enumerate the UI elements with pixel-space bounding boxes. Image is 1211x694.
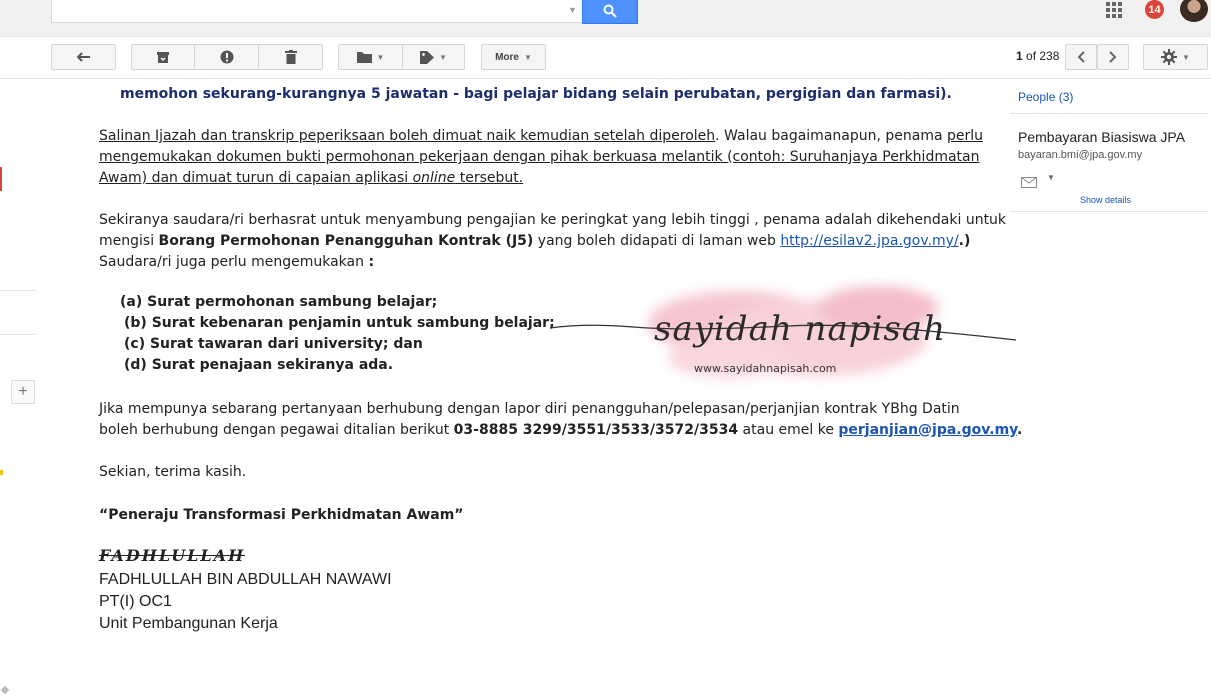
- back-arrow-icon: [76, 52, 90, 62]
- labels-button[interactable]: ▼: [403, 44, 464, 70]
- email-line: Saudara/ri juga perlu mengemukakan :: [99, 254, 375, 270]
- older-button[interactable]: [1097, 44, 1129, 70]
- watermark-name: sayidah napisah: [654, 309, 946, 349]
- add-chat-button[interactable]: +: [11, 380, 35, 404]
- chevron-down-icon: ▼: [1182, 52, 1190, 62]
- list-item: (b) Surat kebenaran penjamin untuk sambu…: [124, 315, 555, 331]
- notification-badge[interactable]: 14: [1145, 0, 1164, 19]
- people-panel: People (3) Pembayaran Biasiswa JPA bayar…: [1010, 79, 1208, 621]
- chevron-down-icon: ▼: [523, 52, 532, 62]
- back-button[interactable]: [51, 44, 116, 70]
- show-details-link[interactable]: Show details: [1080, 195, 1131, 205]
- signature-unit: Unit Pembangunan Kerja: [99, 615, 278, 632]
- esilav-link[interactable]: http://esilav2.jpa.gov.my/: [780, 233, 958, 249]
- watermark-url: www.sayidahnapisah.com: [694, 362, 836, 375]
- chevron-left-icon: [1077, 51, 1085, 63]
- contact-email: bayaran.bmi@jpa.gov.my: [1018, 149, 1143, 161]
- more-label: More: [495, 51, 519, 63]
- search-icon: [603, 4, 617, 18]
- status-dot: [0, 470, 3, 475]
- archive-icon: [157, 51, 169, 63]
- newer-button[interactable]: [1065, 44, 1097, 70]
- apps-grid-icon[interactable]: [1106, 2, 1122, 18]
- chevron-down-icon: ▼: [376, 52, 385, 62]
- avatar[interactable]: [1180, 0, 1208, 22]
- list-item: (a) Surat permohonan sambung belajar;: [120, 294, 438, 310]
- report-spam-icon: [220, 50, 233, 64]
- pager-count: 1 of 238: [1016, 49, 1060, 63]
- email-line: mengemukakan dokumen bukti permohonan pe…: [99, 149, 980, 165]
- watermark-logo: sayidah napisah www.sayidahnapisah.com: [548, 268, 1018, 398]
- search-options-caret-icon[interactable]: ▼: [568, 5, 577, 15]
- signature-title: PT(I) OC1: [99, 593, 172, 610]
- settings-button[interactable]: ▼: [1143, 44, 1208, 70]
- email-line: memohon sekurang-kurangnya 5 jawatan - b…: [120, 86, 952, 102]
- email-link[interactable]: perjanjian@jpa.gov.my: [838, 422, 1017, 438]
- left-rail: +: [0, 79, 38, 694]
- search-button[interactable]: [582, 0, 638, 24]
- email-line: Jika mempunya sebarang pertanyaan berhub…: [99, 401, 960, 417]
- delete-button[interactable]: [259, 44, 322, 70]
- report-spam-button[interactable]: [195, 44, 258, 70]
- search-input[interactable]: [51, 0, 583, 23]
- gear-icon: [1161, 49, 1178, 65]
- people-toggle[interactable]: People (3): [1018, 90, 1073, 104]
- archive-button[interactable]: [132, 44, 194, 70]
- closing-line: Sekian, terima kasih.: [99, 464, 247, 480]
- folder-icon: [356, 52, 372, 63]
- contact-name: Pembayaran Biasiswa JPA: [1018, 129, 1186, 145]
- top-bar: ▼ 14: [0, 0, 1211, 37]
- email-line: Sekiranya saudara/ri berhasrat untuk men…: [99, 212, 1007, 228]
- signature-script: FADHLULLAH: [99, 546, 246, 565]
- chevron-right-icon: [1109, 51, 1117, 63]
- list-item: (c) Surat tawaran dari university; dan: [124, 336, 423, 352]
- chevron-down-icon: ▼: [439, 52, 447, 62]
- slogan: “Peneraju Transformasi Perkhidmatan Awam…: [99, 507, 464, 523]
- move-to-button[interactable]: ▼: [339, 44, 402, 70]
- contact-menu-caret-icon[interactable]: ▼: [1047, 173, 1055, 182]
- email-line: Salinan Ijazah dan transkrip peperiksaan…: [99, 128, 984, 144]
- more-button[interactable]: More ▼: [481, 44, 546, 70]
- mail-icon[interactable]: [1021, 175, 1037, 193]
- list-item: (d) Surat penajaan sekiranya ada.: [124, 357, 394, 373]
- more-icon[interactable]: [0, 685, 10, 694]
- rail-selected-marker: [0, 167, 2, 191]
- email-line: boleh berhubung dengan pegawai ditalian …: [99, 422, 1023, 438]
- email-line: mengisi Borang Permohonan Penangguhan Ko…: [99, 233, 971, 249]
- delete-icon: [284, 50, 297, 64]
- email-line: Awam) dan dimuat turun di capaian aplika…: [99, 170, 524, 186]
- signature-name: FADHLULLAH BIN ABDULLAH NAWAWI: [99, 571, 392, 588]
- label-icon: [420, 50, 435, 64]
